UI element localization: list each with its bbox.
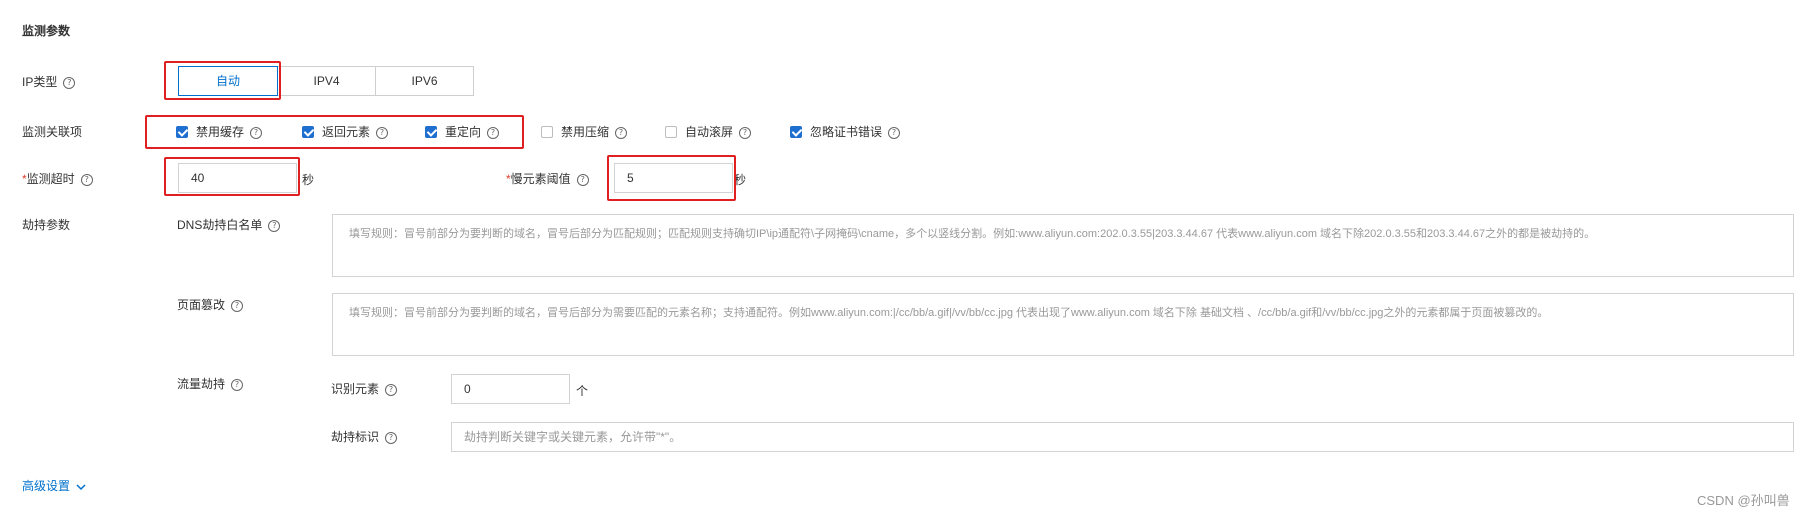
timeout-label: *监测超时? — [22, 172, 93, 186]
watermark: CSDN @孙叫兽 — [1697, 493, 1790, 508]
related-items-label: 监测关联项 — [22, 125, 83, 139]
checkbox-label: 忽略证书错误 — [810, 125, 883, 139]
page-tamper-label-text: 页面篡改 — [177, 298, 226, 312]
page-tamper-label: 页面篡改? — [177, 298, 244, 312]
page-tamper-placeholder: 填写规则：冒号前部分为要判断的域名，冒号后部分为需要匹配的元素名称；支持通配符。… — [349, 307, 1549, 319]
checkbox-unchecked-icon[interactable] — [541, 125, 553, 138]
help-icon[interactable]: ? — [739, 126, 752, 139]
help-icon[interactable]: ? — [615, 126, 628, 139]
identify-elements-unit: 个 — [576, 384, 589, 398]
checkbox-label: 自动滚屏 — [685, 125, 734, 139]
advanced-settings-text: 高级设置 — [22, 479, 71, 493]
help-icon[interactable]: ? — [576, 173, 589, 186]
chevron-down-icon — [76, 484, 86, 490]
help-icon[interactable]: ? — [80, 173, 93, 186]
timeout-label-text: 监测超时 — [26, 172, 75, 186]
page-tamper-textarea[interactable]: 填写规则：冒号前部分为要判断的域名，冒号后部分为需要匹配的元素名称；支持通配符。… — [332, 293, 1794, 356]
dns-whitelist-textarea[interactable]: 填写规则：冒号前部分为要判断的域名，冒号后部分为匹配规则；匹配规则支持确切IP\… — [332, 214, 1794, 277]
help-icon[interactable]: ? — [385, 431, 398, 444]
help-icon[interactable]: ? — [385, 383, 398, 396]
hijack-mark-label-text: 劫持标识 — [331, 430, 380, 444]
identify-elements-label: 识别元素? — [331, 382, 398, 396]
hijack-mark-label: 劫持标识? — [331, 430, 398, 444]
help-icon[interactable]: ? — [888, 126, 901, 139]
slow-threshold-label: *慢元素阈值? — [506, 172, 589, 186]
help-icon[interactable]: ? — [63, 76, 76, 89]
help-icon[interactable]: ? — [268, 219, 281, 232]
ip-type-label-text: IP类型 — [22, 75, 58, 89]
highlight-box-related — [145, 115, 524, 149]
checkbox-disable-compression[interactable]: 禁用压缩? — [541, 124, 628, 140]
traffic-hijack-label: 流量劫持? — [177, 377, 244, 391]
hijack-mark-input[interactable]: 劫持判断关键字或关键元素，允许带"*"。 — [451, 422, 1794, 452]
ip-type-label: IP类型? — [22, 75, 76, 89]
highlight-box-timeout — [164, 157, 300, 196]
ip-option-ipv6[interactable]: IPV6 — [375, 66, 474, 96]
traffic-hijack-label-text: 流量劫持 — [177, 377, 226, 391]
hijack-label: 劫持参数 — [22, 218, 71, 232]
help-icon[interactable]: ? — [231, 378, 244, 391]
help-icon[interactable]: ? — [231, 299, 244, 312]
checkbox-ignore-cert-errors[interactable]: 忽略证书错误? — [790, 124, 901, 140]
timeout-unit: 秒 — [302, 173, 315, 187]
dns-whitelist-label-text: DNS劫持白名单 — [177, 218, 263, 232]
checkbox-unchecked-icon[interactable] — [665, 125, 677, 138]
section-title: 监测参数 — [22, 24, 71, 38]
dns-whitelist-placeholder: 填写规则：冒号前部分为要判断的域名，冒号后部分为匹配规则；匹配规则支持确切IP\… — [349, 228, 1596, 240]
slow-threshold-label-text: 慢元素阈值 — [510, 172, 571, 186]
ip-option-auto[interactable]: 自动 — [178, 66, 278, 96]
advanced-settings-link[interactable]: 高级设置 — [22, 479, 87, 493]
identify-elements-label-text: 识别元素 — [331, 382, 380, 396]
checkbox-auto-scroll[interactable]: 自动滚屏? — [665, 124, 752, 140]
checkbox-label: 禁用压缩 — [561, 125, 610, 139]
ip-option-ipv4[interactable]: IPV4 — [277, 66, 376, 96]
highlight-box-slow-threshold — [607, 155, 736, 201]
checkbox-checked-icon[interactable] — [790, 125, 802, 138]
dns-whitelist-label: DNS劫持白名单? — [177, 218, 281, 232]
identify-elements-input[interactable]: 0 — [451, 374, 570, 404]
